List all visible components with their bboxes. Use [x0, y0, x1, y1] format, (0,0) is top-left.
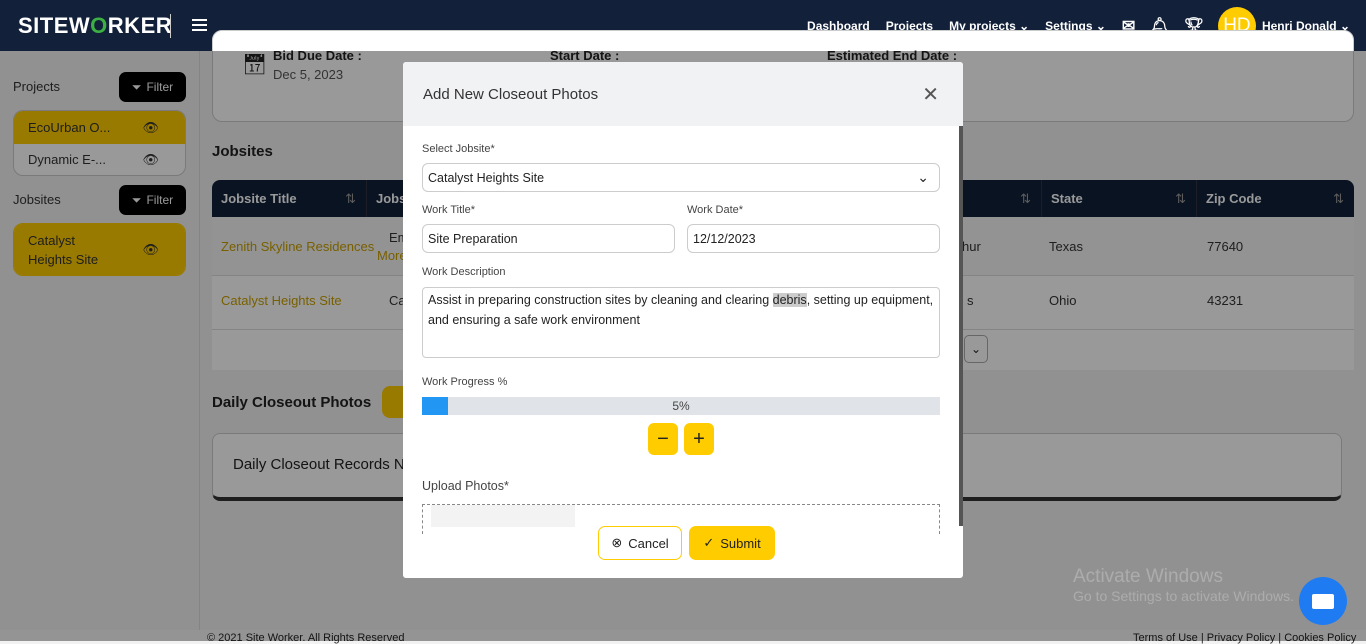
chat-icon [1312, 593, 1334, 609]
work-description-textarea[interactable]: Assist in preparing construction sites b… [422, 287, 940, 358]
add-closeout-modal: Add New Closeout Photos ✕ Select Jobsite*… [403, 62, 963, 578]
wm-sub: Go to Settings to activate Windows. [1073, 588, 1294, 604]
windows-watermark: Activate Windows Go to Settings to activa… [1073, 566, 1294, 604]
submit-button[interactable]: ✓ Submit [689, 526, 775, 560]
close-icon[interactable]: ✕ [922, 82, 939, 107]
work-title-label: Work Title* [422, 204, 475, 216]
cancel-label: Cancel [628, 535, 669, 551]
cancel-button[interactable]: ⊗ Cancel [598, 526, 682, 560]
modal-title: Add New Closeout Photos [423, 85, 599, 103]
modal-scrollbar[interactable] [959, 126, 963, 526]
work-progress-bar: 5% [422, 397, 940, 415]
cancel-icon: ⊗ [611, 535, 623, 550]
jobsite-select[interactable]: Catalyst Heights Site ⌄ [422, 163, 940, 192]
submit-label: Submit [720, 535, 761, 551]
menu-icon[interactable] [192, 19, 207, 31]
divider [170, 14, 171, 38]
check-circle-icon: ✓ [703, 535, 715, 550]
upload-label: Upload Photos* [422, 479, 509, 493]
logo[interactable]: SITEWORKER [18, 13, 172, 39]
progress-fill [422, 397, 448, 415]
chevron-down-icon: ⌄ [917, 169, 929, 185]
decrease-progress-button[interactable]: − [648, 423, 678, 455]
jobsite-label: Select Jobsite* [422, 143, 495, 155]
desc-label: Work Description [422, 266, 506, 278]
work-date-input[interactable]: 12/12/2023 [687, 224, 940, 253]
wm-title: Activate Windows [1073, 566, 1223, 587]
work-date-label: Work Date* [687, 204, 744, 216]
increase-progress-button[interactable]: + [684, 423, 714, 455]
chat-button[interactable] [1299, 577, 1347, 625]
progress-label: Work Progress % [422, 376, 508, 388]
progress-text: 5% [672, 399, 690, 413]
work-title-input[interactable]: Site Preparation [422, 224, 675, 253]
desc-text: Assist in preparing construction sites b… [428, 293, 773, 307]
select-value: Catalyst Heights Site [428, 170, 545, 185]
desc-highlight: debris [772, 293, 807, 307]
